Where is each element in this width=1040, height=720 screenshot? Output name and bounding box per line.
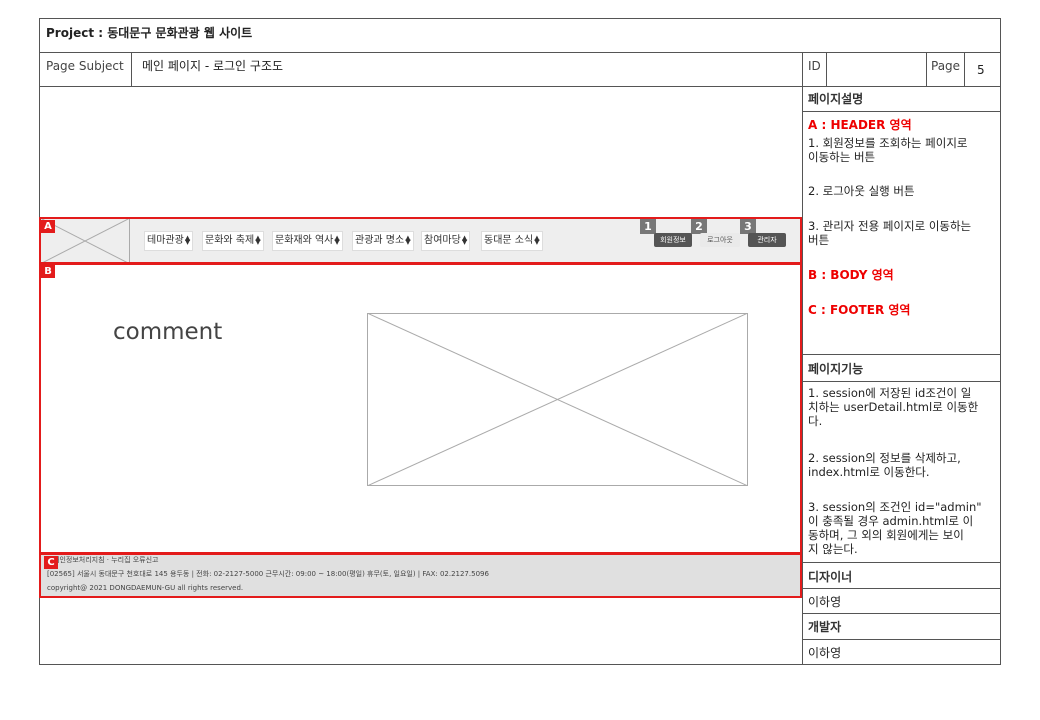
region-b-tag: B: [41, 265, 55, 278]
region-c-outline: [39, 553, 802, 598]
divider: [39, 86, 1001, 87]
divider: [926, 52, 927, 86]
divider: [802, 613, 1001, 614]
region-a-item-3: 3. 관리자 전용 페이지로 이동하는 버튼: [808, 219, 972, 247]
region-a-outline: [39, 217, 802, 264]
divider: [131, 52, 132, 86]
divider: [802, 381, 1001, 382]
id-label: ID: [808, 59, 821, 73]
divider: [802, 562, 1001, 563]
page-number: 5: [977, 63, 985, 77]
func-item-1: 1. session에 저장된 id조건이 일 치하는 userDetail.h…: [808, 386, 979, 428]
region-a-title: A : HEADER 영역: [808, 118, 912, 132]
page-label: Page: [931, 59, 961, 73]
desc-title: 페이지설명: [808, 92, 864, 106]
func-item-2: 2. session의 정보를 삭제하고, index.html로 이동한다.: [808, 451, 961, 479]
region-c-tag: C: [44, 556, 58, 569]
divider: [964, 52, 965, 86]
region-b-title: B : BODY 영역: [808, 268, 894, 282]
divider: [802, 111, 1001, 112]
divider: [802, 52, 803, 665]
designer-label: 디자이너: [808, 570, 853, 584]
subject-label: Page Subject: [46, 59, 124, 73]
project-title: Project : 동대문구 문화관광 웹 사이트: [46, 26, 253, 40]
func-title: 페이지기능: [808, 362, 864, 376]
region-a-item-1: 1. 회원정보를 조회하는 페이지로 이동하는 버튼: [808, 136, 968, 164]
region-b-outline: [39, 263, 802, 554]
divider: [802, 354, 1001, 355]
developer-name: 이하영: [808, 646, 842, 660]
designer-name: 이하영: [808, 595, 842, 609]
divider: [826, 52, 827, 86]
divider: [802, 639, 1001, 640]
region-a-item-2: 2. 로그아웃 실행 버튼: [808, 184, 915, 198]
divider: [802, 588, 1001, 589]
divider: [39, 52, 1001, 53]
developer-label: 개발자: [808, 620, 842, 634]
region-a-tag: A: [41, 220, 55, 233]
region-c-title: C : FOOTER 영역: [808, 303, 911, 317]
func-item-3: 3. session의 조건인 id="admin" 이 충족될 경우 admi…: [808, 500, 982, 556]
subject-value: 메인 페이지 - 로그인 구조도: [142, 59, 284, 73]
